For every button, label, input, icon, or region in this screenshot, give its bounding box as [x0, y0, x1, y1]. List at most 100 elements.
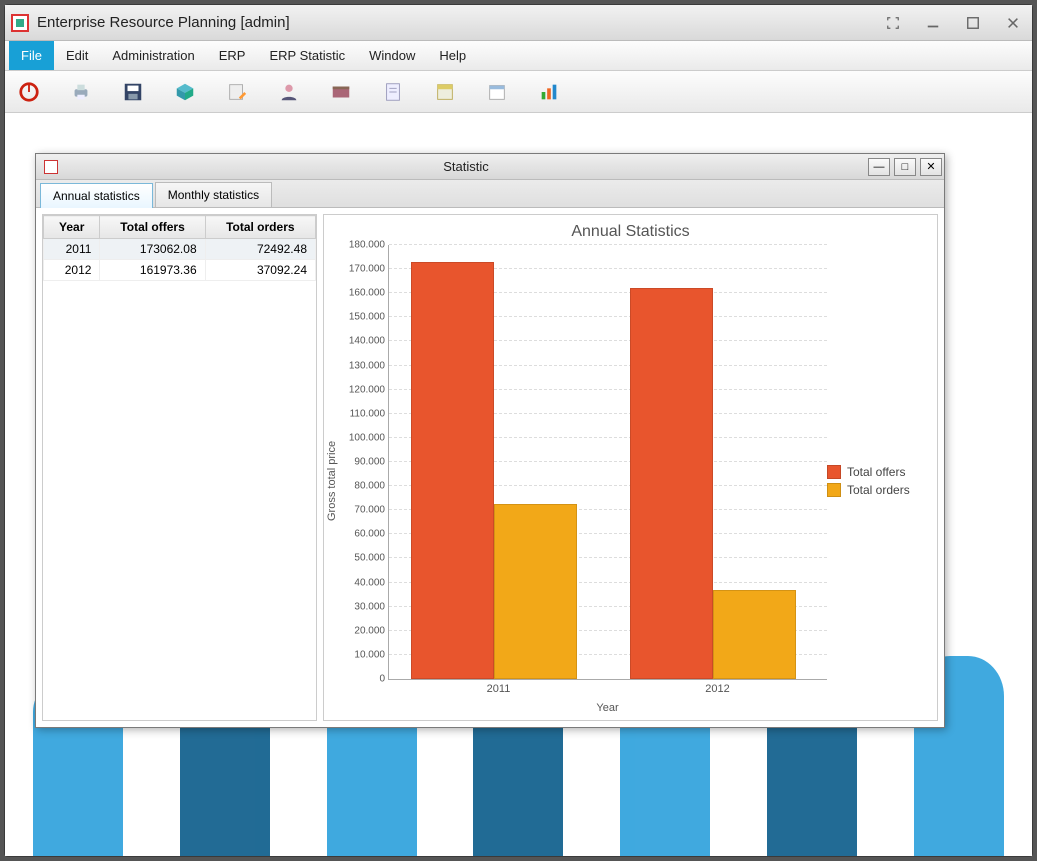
user-button[interactable] [277, 80, 301, 104]
y-tick-label: 180.000 [349, 240, 389, 251]
legend-label-orders: Total orders [847, 483, 910, 497]
legend-swatch-offers [827, 465, 841, 479]
legend-swatch-orders [827, 483, 841, 497]
chart-title: Annual Statistics [324, 215, 937, 241]
save-icon [122, 81, 144, 103]
legend-label-offers: Total offers [847, 465, 905, 479]
app-icon [11, 14, 29, 32]
fullscreen-icon [886, 16, 900, 30]
chart-plot-area: 010.00020.00030.00040.00050.00060.00070.… [388, 245, 827, 680]
app-window: Enterprise Resource Planning [admin] Fil… [4, 4, 1033, 857]
cell-orders: 72492.48 [205, 239, 315, 260]
menu-erp[interactable]: ERP [207, 41, 258, 70]
edit-button[interactable] [225, 80, 249, 104]
tab-monthly-statistics[interactable]: Monthly statistics [155, 182, 272, 207]
menu-file[interactable]: File [9, 41, 54, 70]
table-row[interactable]: 2011 173062.08 72492.48 [44, 239, 316, 260]
tab-annual-statistics[interactable]: Annual statistics [40, 183, 153, 208]
y-tick-label: 120.000 [349, 384, 389, 395]
th-total-offers[interactable]: Total offers [100, 216, 205, 239]
cell-year: 2012 [44, 260, 100, 281]
menu-administration[interactable]: Administration [100, 41, 206, 70]
menubar: File Edit Administration ERP ERP Statist… [5, 41, 1032, 71]
inner-minimize-button[interactable]: — [868, 158, 890, 176]
statistic-window: Statistic — □ ✕ Annual statistics Monthl… [35, 153, 945, 728]
maximize-button[interactable] [960, 10, 986, 36]
x-tick-label: 2011 [487, 679, 511, 695]
th-total-orders[interactable]: Total orders [205, 216, 315, 239]
chart-button[interactable] [537, 80, 561, 104]
y-tick-label: 0 [379, 674, 389, 685]
calendar-button[interactable] [485, 80, 509, 104]
box-icon [174, 81, 196, 103]
x-axis-label: Year [340, 680, 827, 720]
document-icon [382, 81, 404, 103]
y-tick-label: 90.000 [354, 457, 389, 468]
y-tick-label: 140.000 [349, 336, 389, 347]
cell-offers: 173062.08 [100, 239, 205, 260]
box-button[interactable] [173, 80, 197, 104]
cell-orders: 37092.24 [205, 260, 315, 281]
close-icon [1006, 16, 1020, 30]
save-button[interactable] [121, 80, 145, 104]
catalog-icon [330, 81, 352, 103]
bar-total-offers-2011 [411, 262, 494, 679]
inner-app-icon [44, 160, 58, 174]
menu-help[interactable]: Help [427, 41, 478, 70]
y-tick-label: 110.000 [350, 408, 389, 419]
close-button[interactable] [1000, 10, 1026, 36]
user-icon [278, 81, 300, 103]
toolbar [5, 71, 1032, 113]
power-button[interactable] [17, 80, 41, 104]
window-title: Enterprise Resource Planning [admin] [37, 14, 290, 31]
y-tick-label: 60.000 [354, 529, 389, 540]
inner-close-button[interactable]: ✕ [920, 158, 942, 176]
bar-total-orders-2011 [494, 504, 577, 679]
y-tick-label: 40.000 [354, 577, 389, 588]
statistics-table[interactable]: Year Total offers Total orders 2011 1730… [43, 215, 316, 281]
chart-legend: Total offers Total orders [827, 241, 937, 720]
y-tick-label: 150.000 [349, 312, 389, 323]
y-tick-label: 100.000 [349, 432, 389, 443]
y-tick-label: 20.000 [354, 625, 389, 636]
minimize-icon [926, 16, 940, 30]
inner-title: Statistic [66, 159, 866, 174]
catalog-button[interactable] [329, 80, 353, 104]
orders-icon [434, 81, 456, 103]
print-button[interactable] [69, 80, 93, 104]
calendar-icon [486, 81, 508, 103]
tab-strip: Annual statistics Monthly statistics [36, 180, 944, 208]
y-tick-label: 160.000 [349, 288, 389, 299]
fullscreen-button[interactable] [880, 10, 906, 36]
y-tick-label: 50.000 [354, 553, 389, 564]
menu-erp-statistic[interactable]: ERP Statistic [257, 41, 357, 70]
edit-icon [226, 81, 248, 103]
menu-edit[interactable]: Edit [54, 41, 100, 70]
cell-offers: 161973.36 [100, 260, 205, 281]
inner-maximize-button[interactable]: □ [894, 158, 916, 176]
minimize-button[interactable] [920, 10, 946, 36]
x-tick-label: 2012 [705, 679, 729, 695]
y-tick-label: 10.000 [354, 649, 389, 660]
y-tick-label: 170.000 [349, 264, 389, 275]
th-year[interactable]: Year [44, 216, 100, 239]
statistics-table-pane: Year Total offers Total orders 2011 1730… [42, 214, 317, 721]
power-icon [18, 81, 40, 103]
menu-window[interactable]: Window [357, 41, 427, 70]
document-button[interactable] [381, 80, 405, 104]
orders-button[interactable] [433, 80, 457, 104]
workspace: Statistic — □ ✕ Annual statistics Monthl… [5, 113, 1032, 856]
titlebar: Enterprise Resource Planning [admin] [5, 5, 1032, 41]
y-tick-label: 70.000 [354, 505, 389, 516]
legend-item-orders: Total orders [827, 483, 931, 497]
chart-pane: Annual Statistics Gross total price 010.… [323, 214, 938, 721]
y-axis-label: Gross total price [324, 241, 340, 720]
print-icon [70, 81, 92, 103]
cell-year: 2011 [44, 239, 100, 260]
y-tick-label: 80.000 [354, 481, 389, 492]
maximize-icon [966, 16, 980, 30]
bar-total-offers-2012 [630, 288, 713, 679]
legend-item-offers: Total offers [827, 465, 931, 479]
chart-icon [538, 81, 560, 103]
table-row[interactable]: 2012 161973.36 37092.24 [44, 260, 316, 281]
